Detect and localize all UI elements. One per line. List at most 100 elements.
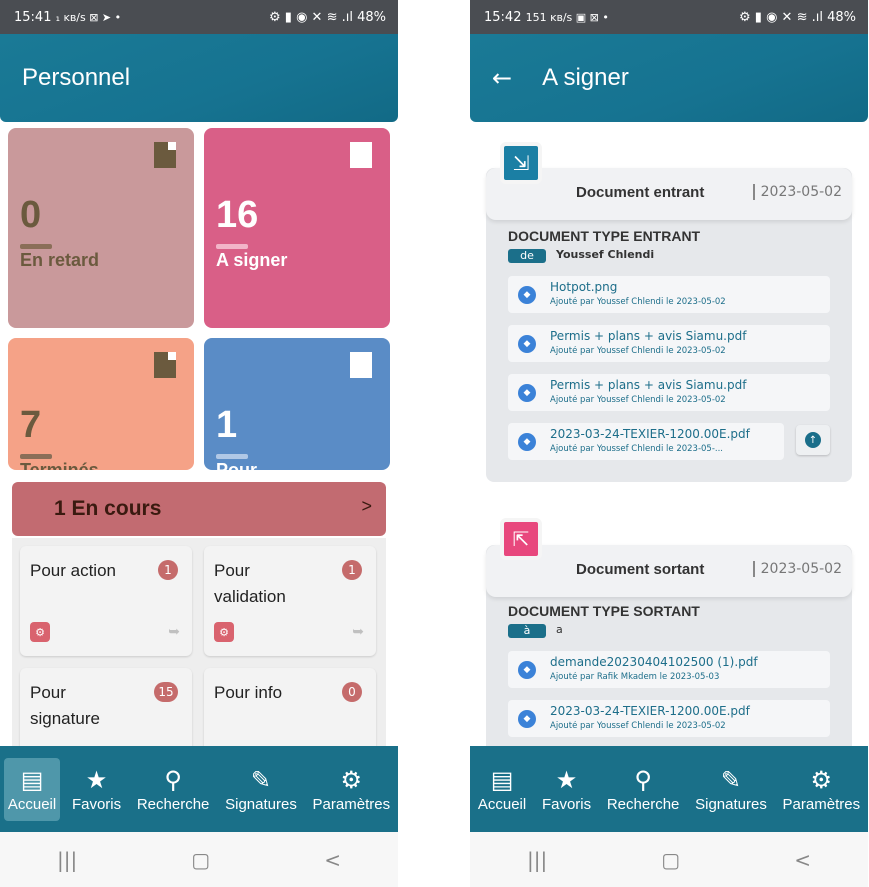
count-badge: 1: [158, 560, 178, 580]
nav-favoris[interactable]: ★ Favoris: [68, 758, 125, 821]
tile-termines[interactable]: 7 Terminés: [8, 338, 194, 470]
tile-a-signer[interactable]: 16 A signer: [204, 128, 390, 328]
tile-bar: [216, 454, 248, 459]
card-pour-validation[interactable]: Pour validation 1 ⚙ ➥: [204, 546, 376, 656]
count-badge: 1: [342, 560, 362, 580]
tile-bar: [20, 454, 52, 459]
app-bar: ← A signer: [470, 34, 868, 122]
home-icon[interactable]: ▢: [661, 848, 680, 872]
inbox-icon: ▤: [20, 767, 44, 794]
incoming-document-icon: ⇲: [500, 142, 542, 184]
sender-name: a: [556, 623, 563, 636]
nav-label: Favoris: [541, 795, 592, 813]
file-item[interactable]: ◆ Permis + plans + avis Siamu.pdf Ajouté…: [508, 325, 830, 362]
status-indicators: ₁ ᴋʙ/s ⊠ ➤ •: [55, 10, 122, 24]
file-item[interactable]: ◆ Permis + plans + avis Siamu.pdf Ajouté…: [508, 374, 830, 411]
en-cours-label: 1 En cours: [54, 497, 162, 520]
chevron-right-icon: >: [361, 496, 372, 516]
tile-label: Pour: [216, 460, 258, 470]
page-title: A signer: [542, 64, 629, 91]
nav-label: Signatures: [225, 795, 297, 813]
tile-pour[interactable]: 1 Pour: [204, 338, 390, 470]
nav-parametres[interactable]: ⚙ Paramètres: [779, 758, 865, 821]
file-name: Hotpot.png: [550, 280, 618, 294]
file-name: demande20230404102500 (1).pdf: [550, 655, 758, 669]
inbox-icon: ▤: [490, 767, 514, 794]
bottom-nav: ▤ Accueil ★ Favoris ⚲ Recherche ✎ Signatures…: [0, 746, 398, 832]
system-nav: ||| ▢ <: [0, 832, 398, 887]
block-title: Document entrant: [576, 184, 705, 201]
card-pour-action[interactable]: Pour action 1 ⚙ ➥: [20, 546, 192, 656]
recents-icon[interactable]: |||: [527, 848, 547, 872]
nav-favoris[interactable]: ★ Favoris: [538, 758, 595, 821]
outgoing-document-block[interactable]: Document sortant 2023-05-02 DOCUMENT TYP…: [486, 545, 852, 765]
gear-icon: ⚙: [340, 767, 363, 794]
file-meta: Ajouté par Youssef Chlendi le 2023-05-02: [550, 395, 726, 405]
nav-parametres[interactable]: ⚙ Paramètres: [309, 758, 395, 821]
document-icon: [154, 142, 176, 168]
search-icon: ⚲: [634, 767, 652, 794]
signature-icon: ✎: [250, 767, 272, 794]
left-screen: 15:41 ₁ ᴋʙ/s ⊠ ➤ • ⚙ ▮ ◉ ✕ ≋ .ıl 48% Per…: [0, 0, 398, 887]
back-icon[interactable]: <: [794, 848, 811, 872]
block-title: Document sortant: [576, 561, 705, 578]
nav-accueil[interactable]: ▤ Accueil: [3, 757, 61, 821]
en-cours-button[interactable]: 1 En cours >: [12, 482, 386, 536]
page-title: Personnel: [22, 64, 131, 91]
workflow-icon: ⚙: [214, 622, 234, 642]
nav-recherche[interactable]: ⚲ Recherche: [603, 758, 684, 821]
share-arrow-icon: ➥: [168, 624, 180, 640]
file-item[interactable]: ◆ 2023-03-24-TEXIER-1200.00E.pdf Ajouté …: [508, 423, 784, 460]
file-meta: Ajouté par Youssef Chlendi le 2023-05-..…: [550, 444, 724, 454]
file-item[interactable]: ◆ 2023-03-24-TEXIER-1200.00E.pdf Ajouté …: [508, 700, 830, 737]
star-icon: ★: [85, 767, 108, 794]
nav-signatures[interactable]: ✎ Signatures: [221, 758, 301, 821]
nav-label: Signatures: [695, 795, 767, 813]
file-meta: Ajouté par Youssef Chlendi le 2023-05-02: [550, 297, 726, 307]
nav-label: Accueil: [477, 795, 527, 813]
file-name: Permis + plans + avis Siamu.pdf: [550, 378, 747, 392]
file-icon: ◆: [518, 335, 536, 353]
tile-label: A signer: [216, 250, 288, 270]
card-title: Pour info: [214, 683, 283, 702]
nav-signatures[interactable]: ✎ Signatures: [691, 758, 771, 821]
nav-label: Recherche: [606, 795, 680, 813]
file-name: 2023-03-24-TEXIER-1200.00E.pdf: [550, 427, 750, 441]
file-icon: ◆: [518, 710, 536, 728]
file-item[interactable]: ◆ Hotpot.png Ajouté par Youssef Chlendi …: [508, 276, 830, 313]
file-name: 2023-03-24-TEXIER-1200.00E.pdf: [550, 704, 750, 718]
tile-count: 0: [20, 194, 42, 236]
right-screen: 15:42 151 ᴋʙ/s ▣ ⊠ • ⚙ ▮ ◉ ✕ ≋ .ıl 48% ←…: [470, 0, 868, 887]
direction-pill: de: [508, 249, 546, 263]
search-icon: ⚲: [164, 767, 182, 794]
nav-label: Paramètres: [312, 795, 391, 813]
upload-button[interactable]: ↑: [796, 425, 830, 455]
recents-icon[interactable]: |||: [57, 848, 77, 872]
star-icon: ★: [555, 767, 578, 794]
tile-en-retard[interactable]: 0 En retard: [8, 128, 194, 328]
back-icon[interactable]: <: [324, 848, 341, 872]
nav-accueil[interactable]: ▤ Accueil: [474, 758, 530, 821]
count-badge: 0: [342, 682, 362, 702]
tile-bar: [20, 244, 52, 249]
signature-icon: ✎: [720, 767, 742, 794]
file-item[interactable]: ◆ demande20230404102500 (1).pdf Ajouté p…: [508, 651, 830, 688]
back-arrow-icon[interactable]: ←: [492, 64, 512, 92]
block-date: 2023-05-02: [752, 561, 842, 577]
home-icon[interactable]: ▢: [191, 848, 210, 872]
gear-icon: ⚙: [810, 767, 833, 794]
file-meta: Ajouté par Youssef Chlendi le 2023-05-02: [550, 721, 726, 731]
nav-recherche[interactable]: ⚲ Recherche: [133, 758, 214, 821]
status-bar: 15:42 151 ᴋʙ/s ▣ ⊠ • ⚙ ▮ ◉ ✕ ≋ .ıl 48%: [470, 0, 868, 34]
sender-name: Youssef Chlendi: [556, 248, 655, 261]
nav-label: Accueil: [7, 795, 57, 813]
incoming-document-block[interactable]: Document entrant 2023-05-02 DOCUMENT TYP…: [486, 168, 852, 482]
status-time: 15:41: [14, 9, 52, 25]
document-icon: [350, 142, 372, 168]
bottom-nav: ▤ Accueil ★ Favoris ⚲ Recherche ✎ Signatures…: [470, 746, 868, 832]
block-date: 2023-05-02: [752, 184, 842, 200]
file-icon: ◆: [518, 661, 536, 679]
status-indicators: 151 ᴋʙ/s ▣ ⊠ •: [525, 10, 609, 24]
count-badge: 15: [154, 682, 178, 702]
tile-count: 7: [20, 404, 42, 446]
